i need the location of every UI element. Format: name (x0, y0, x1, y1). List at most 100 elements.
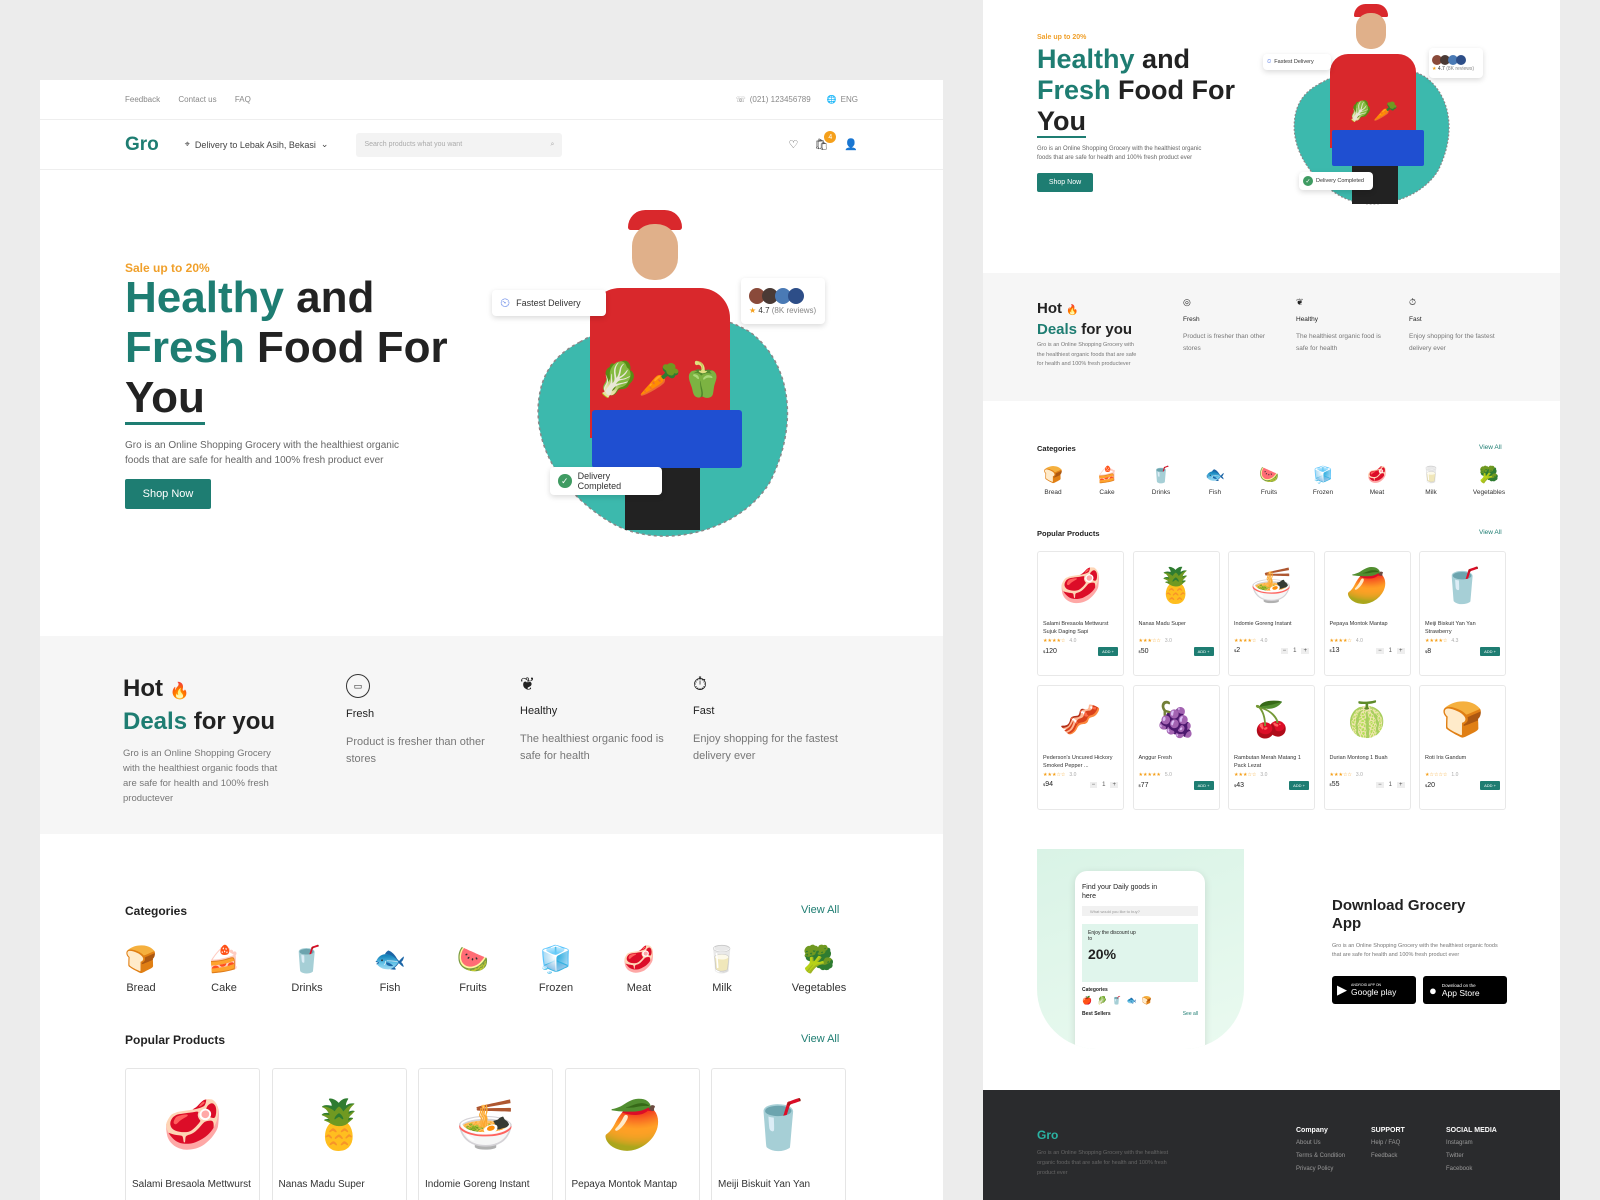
category-item[interactable]: 🥤 Drinks (1141, 465, 1181, 496)
product-card[interactable]: 🍍 Nanas Madu Super ★★★☆☆ 3.0 $50 ADD + (1132, 551, 1220, 676)
product-card[interactable]: 🥩 Salami Bresaola Mettwurst (125, 1068, 260, 1200)
plus-icon[interactable]: + (1110, 781, 1118, 788)
add-to-cart-button[interactable]: ADD + (1289, 781, 1309, 790)
plus-icon[interactable]: + (1396, 647, 1405, 654)
faq-link[interactable]: FAQ (235, 95, 251, 104)
add-to-cart-button[interactable]: ADD + (1193, 647, 1214, 656)
product-card[interactable]: 🍇 Anggur Fresh ★★★★★ 5.0 $77 ADD + (1132, 685, 1220, 810)
product-price: $55 (1330, 781, 1340, 788)
product-card[interactable]: 🥤 Meiji Biskuit Yan Yan Strawberry ★★★★☆ 4.… (1419, 551, 1506, 676)
category-item[interactable]: 🥩 Meat (613, 944, 665, 994)
category-item[interactable]: 🍉 Fruits (1249, 465, 1289, 496)
minus-icon[interactable]: − (1376, 647, 1384, 654)
feature-fresh: ▭ Fresh Product is fresher than other stor… (346, 674, 491, 768)
category-item[interactable]: 🥤 Drinks (281, 944, 333, 994)
hot-deals-section: Hot 🔥 Deals for you Gro is an Online Sho… (40, 636, 943, 834)
app-store-button[interactable]: ● Download on the App Store (1423, 976, 1507, 1004)
category-item[interactable]: 🥦 Vegetables (779, 944, 859, 994)
feedback-link[interactable]: Feedback (1371, 1150, 1405, 1163)
feedback-link[interactable]: Feedback (125, 95, 160, 104)
product-card[interactable]: 🥤 Meiji Biskuit Yan Yan (711, 1068, 846, 1200)
hot-label: Hot (123, 675, 163, 702)
privacy-link[interactable]: Privacy Policy (1296, 1163, 1345, 1176)
category-icon: 🐟 (373, 944, 407, 974)
add-to-cart-button[interactable]: ADD + (1193, 781, 1214, 790)
phone-see-all: See all (1182, 1011, 1198, 1017)
rating-value: 4.7 (1437, 65, 1445, 72)
popular-view-all[interactable]: View All (801, 1033, 839, 1045)
add-to-cart-button[interactable]: ADD + (1098, 647, 1118, 656)
plus-icon[interactable]: + (1301, 647, 1309, 654)
quantity-stepper[interactable]: −1 + (1376, 647, 1405, 654)
category-item[interactable]: 🥦 Vegetables (1465, 465, 1513, 496)
quantity-stepper[interactable]: −1 + (1280, 647, 1309, 654)
help-faq-link[interactable]: Help / FAQ (1371, 1137, 1405, 1150)
minus-icon[interactable]: − (1376, 781, 1384, 788)
search-icon[interactable]: ⌕ (551, 141, 555, 149)
product-name: Pepaya Montok Mantap (1329, 621, 1388, 627)
popular-view-all[interactable]: View All (1479, 529, 1502, 536)
categories-view-all[interactable]: View All (1479, 444, 1502, 451)
facebook-link[interactable]: Facebook (1446, 1163, 1497, 1176)
category-item[interactable]: 🥛 Milk (696, 944, 748, 994)
cart-icon[interactable]: 🛍 4 (814, 131, 837, 151)
product-card[interactable]: 🥩 Salami Bresaola Mettwurst Sujuk Daging … (1037, 551, 1124, 676)
google-play-button[interactable]: ▶ ANDROID APP ON Google play (1332, 976, 1416, 1004)
product-card[interactable]: 🍈 Durian Montong 1 Buah ★★★☆☆ 3.0 $55 −1 + (1323, 685, 1411, 810)
product-card[interactable]: 🍜 Indomie Goreng Instant (418, 1068, 553, 1200)
phone-mockup: Find your Daily goods in here What would… (1075, 871, 1205, 1049)
language-selector[interactable]: ENG (841, 95, 858, 104)
rating-value: 3.0 (1069, 772, 1077, 778)
plus-icon[interactable]: + (1396, 781, 1405, 788)
delivery-location[interactable]: ⌖ Delivery to Lebak Asih, Bekasi ⌄ (185, 139, 329, 150)
product-card[interactable]: 🥓 Pederson's Uncured Hickory Smoked Peppe… (1037, 685, 1124, 810)
product-card[interactable]: 🍍 Nanas Madu Super (271, 1068, 407, 1200)
download-app-title: Download Grocery App (1332, 897, 1466, 932)
minus-icon[interactable]: − (1280, 647, 1289, 654)
category-item[interactable]: 🍰 Cake (1087, 465, 1127, 496)
about-us-link[interactable]: About Us (1296, 1137, 1345, 1150)
category-label: Meat (626, 982, 652, 994)
category-item[interactable]: 🐟 Fish (1195, 465, 1235, 496)
category-item[interactable]: 🐟 Fish (364, 944, 416, 994)
search-input[interactable]: Search products what you want ⌕ (356, 132, 563, 157)
title-food-for: Food For (1110, 75, 1235, 105)
category-item[interactable]: 🧊 Frozen (1303, 465, 1343, 496)
twitter-link[interactable]: Twitter (1446, 1150, 1497, 1163)
product-card[interactable]: 🥭 Pepaya Montok Mantap (564, 1068, 700, 1200)
product-card[interactable]: 🥭 Pepaya Montok Mantap ★★★★☆ 4.0 $13 −1 + (1323, 551, 1411, 676)
product-footer: $55 −1 + (1325, 778, 1410, 791)
product-name: Salami Bresaola Mettwurst Sujuk Daging S… (1043, 621, 1109, 635)
logo[interactable]: Gro (125, 134, 159, 156)
category-item[interactable]: 🍞 Bread (115, 944, 167, 994)
delivery-completed-card: ✓ Delivery Completed (550, 467, 662, 495)
wishlist-heart-icon[interactable]: ♡ (788, 138, 798, 151)
product-card[interactable]: 🍞 Roti Iris Gandum ★☆☆☆☆ 1.0 $20 ADD + (1419, 685, 1506, 810)
quantity-stepper[interactable]: −1 + (1089, 781, 1118, 788)
category-item[interactable]: 🥩 Meat (1357, 465, 1397, 496)
product-card[interactable]: 🍒 Rambutan Merah Matang 1 Pack Lezat ★★★☆☆… (1228, 685, 1315, 810)
categories-view-all[interactable]: View All (801, 904, 839, 916)
add-to-cart-button[interactable]: ADD + (1480, 647, 1500, 656)
price-value: 94 (1045, 781, 1054, 788)
minus-icon[interactable]: − (1089, 781, 1098, 788)
add-to-cart-button[interactable]: ADD + (1480, 781, 1500, 790)
product-price: $94 (1043, 781, 1053, 788)
category-item[interactable]: 🧊 Frozen (530, 944, 582, 994)
category-item[interactable]: 🍰 Cake (198, 944, 250, 994)
shop-now-button[interactable]: Shop Now (1037, 173, 1093, 192)
product-image: 🍒 (1250, 701, 1293, 739)
user-icon[interactable]: 👤 (844, 138, 858, 151)
terms-link[interactable]: Terms & Condition (1296, 1150, 1345, 1163)
category-item[interactable]: 🍉 Fruits (447, 944, 499, 994)
title-fresh: Fresh (1037, 75, 1111, 105)
contact-link[interactable]: Contact us (178, 95, 216, 104)
footer-logo[interactable]: Gro (1037, 1128, 1058, 1142)
category-item[interactable]: 🍞 Bread (1033, 465, 1073, 496)
shop-now-button[interactable]: Shop Now (125, 479, 211, 509)
instagram-link[interactable]: Instagram (1446, 1137, 1497, 1150)
product-card[interactable]: 🍜 Indomie Goreng Instant ★★★★☆ 4.0 $2 −1 + (1228, 551, 1315, 676)
hot-deals-title: Hot 🔥 Deals for you (1037, 299, 1132, 339)
quantity-stepper[interactable]: −1 + (1376, 781, 1405, 788)
category-item[interactable]: 🥛 Milk (1411, 465, 1451, 496)
